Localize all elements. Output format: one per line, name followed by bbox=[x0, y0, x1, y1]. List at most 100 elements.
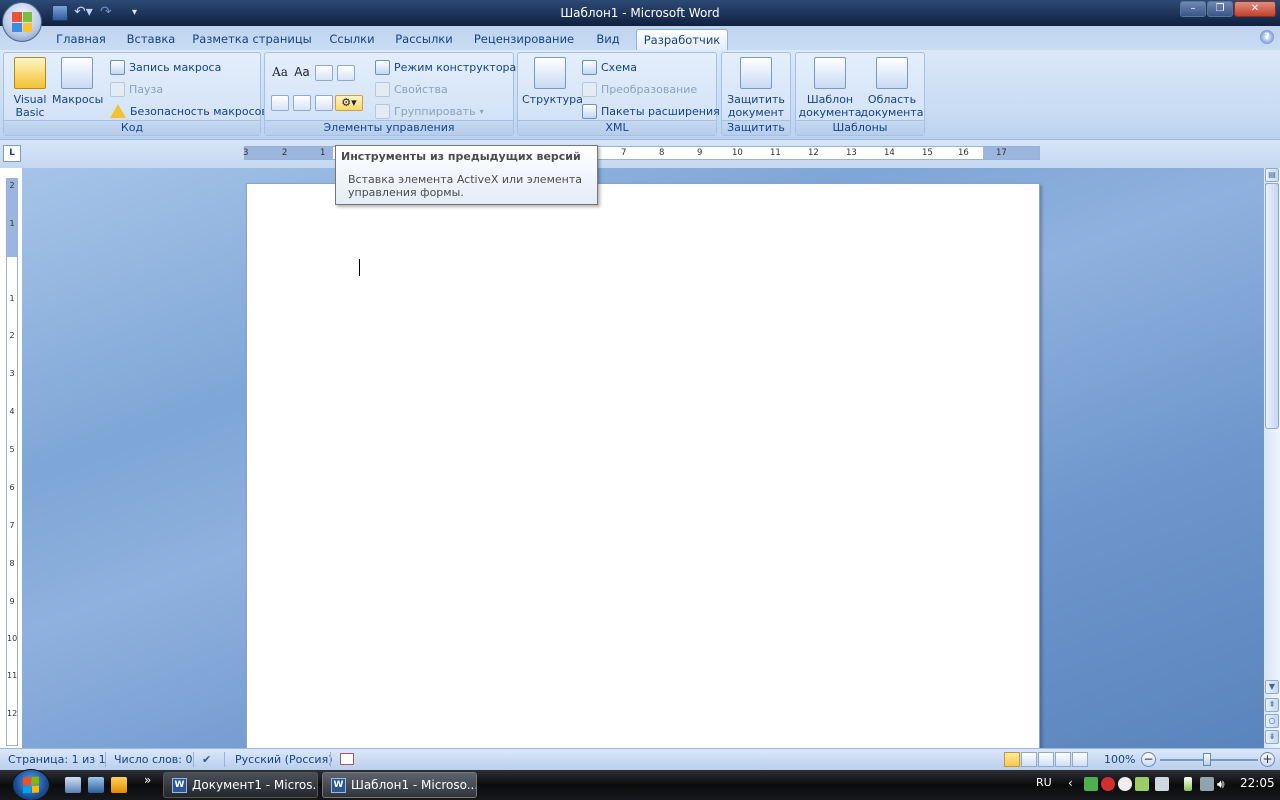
language-bar[interactable]: RU bbox=[1036, 776, 1052, 789]
tab-review[interactable]: Рецензирование bbox=[470, 29, 578, 50]
tray-app-icon[interactable] bbox=[1118, 777, 1132, 791]
ruler-number: 11 bbox=[770, 148, 781, 158]
date-picker-control-icon[interactable] bbox=[293, 95, 311, 111]
word-count[interactable]: Число слов: 0 bbox=[114, 753, 193, 766]
ruler-number: 10 bbox=[7, 634, 18, 643]
tray-app-icon[interactable] bbox=[1135, 777, 1149, 791]
switch-windows-icon[interactable] bbox=[88, 777, 104, 793]
word-icon: W bbox=[331, 778, 346, 793]
design-mode-button[interactable]: Режим конструктора bbox=[375, 58, 516, 76]
tab-home[interactable]: Главная bbox=[52, 29, 110, 50]
combo-box-control-icon[interactable] bbox=[271, 95, 289, 111]
taskbar-button-label: Шаблон1 - Microso... bbox=[351, 778, 477, 792]
office-button[interactable] bbox=[2, 2, 42, 42]
save-icon[interactable] bbox=[52, 5, 68, 21]
zoom-in-icon[interactable]: + bbox=[1260, 752, 1275, 767]
tab-insert[interactable]: Вставка bbox=[122, 29, 180, 50]
properties-button[interactable]: Свойства bbox=[375, 80, 448, 98]
customize-icon[interactable]: ▾ bbox=[132, 5, 142, 21]
zoom-out-icon[interactable]: − bbox=[1141, 752, 1156, 767]
scrollbar-thumb[interactable] bbox=[1265, 183, 1279, 429]
transform-button[interactable]: Преобразование bbox=[582, 80, 697, 98]
pause-label: Пауза bbox=[129, 82, 164, 96]
taskbar-button[interactable]: W Шаблон1 - Microso... bbox=[322, 772, 477, 798]
structure-button[interactable]: Структура bbox=[522, 57, 583, 106]
battery-icon[interactable] bbox=[1184, 777, 1192, 791]
group-controls-label: Элементы управления bbox=[265, 120, 513, 135]
ruler-number: 9 bbox=[9, 597, 15, 606]
volume-icon[interactable]: 🔊︎ bbox=[1217, 777, 1231, 791]
restore-button[interactable]: ❐ bbox=[1207, 1, 1233, 17]
tab-view[interactable]: Вид bbox=[590, 29, 626, 50]
proofing-icon[interactable]: ✔ bbox=[202, 753, 211, 766]
macro-security-button[interactable]: Безопасность макросов bbox=[110, 102, 268, 120]
tray-app-icon[interactable] bbox=[1155, 777, 1169, 791]
expansion-packs-button[interactable]: Пакеты расширения bbox=[582, 102, 720, 120]
web-layout-icon[interactable] bbox=[1038, 752, 1054, 767]
tab-mailings[interactable]: Рассылки bbox=[392, 29, 456, 50]
tooltip-title: Инструменты из предыдущих версий bbox=[341, 150, 581, 163]
expansion-packs-label: Пакеты расширения bbox=[601, 104, 720, 118]
scroll-down-icon[interactable]: ▼ bbox=[1265, 680, 1279, 694]
close-button[interactable]: ✕ bbox=[1234, 1, 1276, 17]
tab-references[interactable]: Ссылки bbox=[325, 29, 379, 50]
document-template-button[interactable]: Шаблон документа bbox=[798, 57, 862, 119]
undo-icon[interactable]: ↶▾ bbox=[74, 5, 94, 21]
vertical-ruler[interactable]: 2 1 1 2 3 4 5 6 7 8 9 10 11 12 bbox=[6, 178, 18, 746]
macros-button[interactable]: Макросы bbox=[52, 57, 103, 106]
zoom-level[interactable]: 100% bbox=[1104, 753, 1135, 766]
building-block-control-icon[interactable] bbox=[337, 65, 355, 81]
ruler-number: 14 bbox=[884, 148, 895, 158]
select-browse-object-icon[interactable]: ○ bbox=[1265, 714, 1279, 728]
media-player-icon[interactable] bbox=[111, 777, 127, 793]
page-count[interactable]: Страница: 1 из 1 bbox=[8, 753, 106, 766]
drop-down-list-control-icon[interactable] bbox=[315, 95, 333, 111]
more-launch-icon[interactable]: » bbox=[144, 773, 160, 789]
plain-text-control-button[interactable]: Aa bbox=[293, 65, 311, 81]
ruler-number: 13 bbox=[846, 148, 857, 158]
show-desktop-icon[interactable] bbox=[65, 777, 81, 793]
ruler-number: 11 bbox=[7, 671, 18, 680]
tab-developer[interactable]: Разработчик bbox=[636, 29, 728, 50]
previous-page-icon[interactable]: ⇞ bbox=[1265, 698, 1279, 712]
clock[interactable]: 22:05 bbox=[1240, 776, 1275, 790]
document-page[interactable] bbox=[246, 183, 1040, 749]
rich-text-control-button[interactable]: Aa bbox=[271, 65, 289, 81]
visual-basic-button[interactable]: Visual Basic bbox=[8, 57, 52, 119]
start-button[interactable] bbox=[12, 769, 50, 800]
taskbar-button[interactable]: W Документ1 - Micros... bbox=[163, 772, 318, 798]
group-button[interactable]: Группировать ▾ bbox=[375, 102, 484, 120]
schema-button[interactable]: Схема bbox=[582, 58, 637, 76]
legacy-tools-button[interactable]: ⚙▾ bbox=[335, 95, 363, 111]
document-panel-button[interactable]: Область документа bbox=[860, 57, 924, 119]
redo-icon[interactable]: ↷ bbox=[100, 5, 120, 21]
tab-selector-button[interactable]: L bbox=[3, 145, 21, 162]
pause-button[interactable]: Пауза bbox=[110, 80, 163, 98]
macro-security-label: Безопасность макросов bbox=[130, 104, 268, 118]
record-macro-button[interactable]: Запись макроса bbox=[110, 58, 221, 76]
language-indicator[interactable]: Русский (Россия) bbox=[235, 753, 333, 766]
antivirus-icon[interactable] bbox=[1101, 777, 1115, 791]
top-margin-region bbox=[7, 179, 17, 257]
next-page-icon[interactable]: ⇟ bbox=[1265, 730, 1279, 744]
group-controls: Aa Aa ⚙▾ Режим конструктора Свойства Гру… bbox=[264, 52, 516, 136]
draft-view-icon[interactable] bbox=[1072, 752, 1088, 767]
full-screen-reading-icon[interactable] bbox=[1021, 752, 1037, 767]
macro-recording-icon[interactable] bbox=[340, 753, 354, 765]
pause-icon bbox=[110, 81, 125, 97]
print-layout-view-icon[interactable] bbox=[1004, 752, 1020, 767]
outline-view-icon[interactable] bbox=[1055, 752, 1071, 767]
window-controls: – ❐ ✕ bbox=[1180, 1, 1276, 17]
macros-icon bbox=[61, 57, 93, 89]
minimize-button[interactable]: – bbox=[1180, 1, 1206, 17]
zoom-slider-thumb[interactable] bbox=[1203, 753, 1211, 766]
picture-control-icon[interactable] bbox=[315, 65, 333, 81]
view-ruler-toggle-icon[interactable]: ▤ bbox=[1265, 168, 1279, 182]
tray-app-icon[interactable] bbox=[1084, 777, 1098, 791]
ruler-number: 4 bbox=[9, 407, 15, 416]
help-icon[interactable]: ? bbox=[1260, 30, 1274, 44]
tab-page-layout[interactable]: Разметка страницы bbox=[192, 29, 312, 50]
word-icon: W bbox=[172, 778, 187, 793]
network-icon[interactable] bbox=[1200, 777, 1214, 791]
show-hidden-icons[interactable]: ‹ bbox=[1068, 776, 1073, 790]
